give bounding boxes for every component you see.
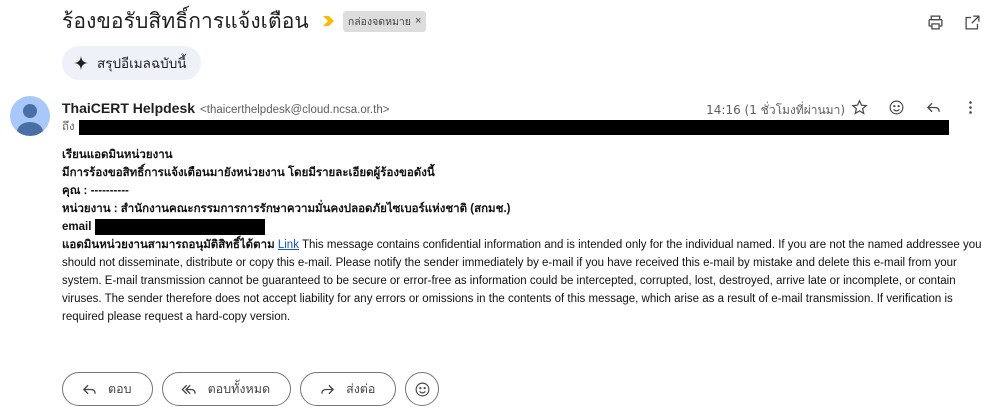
reply-button[interactable]: ตอบ (62, 372, 153, 406)
disclaimer-text: This message contains confidential infor… (62, 239, 982, 323)
open-in-new-window-icon[interactable] (964, 14, 981, 31)
emoji-reaction-icon[interactable] (888, 99, 905, 116)
approval-link[interactable]: Link (278, 239, 299, 251)
add-reaction-button[interactable] (405, 372, 440, 406)
greeting-text: เรียนแอดมินหน่วยงาน (62, 149, 173, 161)
star-icon[interactable] (851, 99, 868, 116)
email-label: email (62, 221, 92, 233)
forward-button[interactable]: ส่งต่อ (300, 372, 397, 406)
forward-icon (321, 384, 335, 394)
more-options-icon[interactable] (962, 99, 979, 116)
reply-actions: ตอบ ตอบทั้งหมด ส่งต่อ (62, 372, 440, 406)
top-actions (927, 14, 981, 31)
sender-email: <thaicerthelpdesk@cloud.ncsa.or.th> (200, 104, 390, 116)
message-actions (851, 99, 979, 116)
requester-email-row: email (62, 218, 992, 236)
reply-label: ตอบ (108, 381, 132, 396)
reply-icon[interactable] (925, 99, 942, 116)
person-icon (17, 104, 43, 136)
subject-row: ร้องขอรับสิทธิ์การแจ้งเตือน กล่องจดหมาย … (62, 4, 427, 38)
sender-name[interactable]: ThaiCERT Helpdesk (62, 100, 195, 116)
requester-organization: หน่วยงาน : สำนักงานคณะกรรมการการรักษาควา… (62, 203, 511, 215)
important-marker-icon[interactable] (322, 15, 335, 27)
reply-all-icon (181, 384, 196, 394)
forward-label: ส่งต่อ (346, 381, 376, 396)
approval-paragraph: แอดมินหน่วยงานสามารถอนุมัติสิทธิ์ได้ตาม … (62, 236, 992, 326)
summarize-label: สรุปอีเมลฉบับนี้ (97, 56, 187, 72)
to-label: ถึง (62, 119, 75, 133)
redacted-recipients (78, 119, 949, 135)
intro-text: มีการร้องขอสิทธิ์การแจ้งเตือนมายังหน่วยง… (62, 167, 435, 179)
emoji-icon (415, 382, 430, 396)
email-subject: ร้องขอรับสิทธิ์การแจ้งเตือน (62, 8, 309, 33)
reply-all-button[interactable]: ตอบทั้งหมด (161, 372, 292, 406)
avatar[interactable] (10, 96, 50, 136)
inbox-label-text: กล่องจดหมาย (347, 15, 411, 28)
sparkle-icon (74, 56, 88, 70)
reply-all-label: ตอบทั้งหมด (207, 381, 271, 396)
requester-name: คุณ : ---------- (62, 185, 129, 197)
inbox-label-chip[interactable]: กล่องจดหมาย × (342, 10, 427, 32)
approval-text: แอดมินหน่วยงานสามารถอนุมัติสิทธิ์ได้ตาม (62, 239, 275, 251)
recipient-line: ถึง (62, 118, 949, 136)
remove-label-icon[interactable]: × (415, 15, 421, 27)
reply-icon (82, 384, 96, 394)
sender-line: ThaiCERT Helpdesk <thaicerthelpdesk@clou… (62, 100, 389, 116)
redacted-email (95, 219, 266, 235)
summarize-email-button[interactable]: สรุปอีเมลฉบับนี้ (62, 46, 201, 80)
email-body: เรียนแอดมินหน่วยงาน มีการร้องขอสิทธิ์การ… (62, 146, 992, 326)
print-icon[interactable] (927, 14, 944, 31)
